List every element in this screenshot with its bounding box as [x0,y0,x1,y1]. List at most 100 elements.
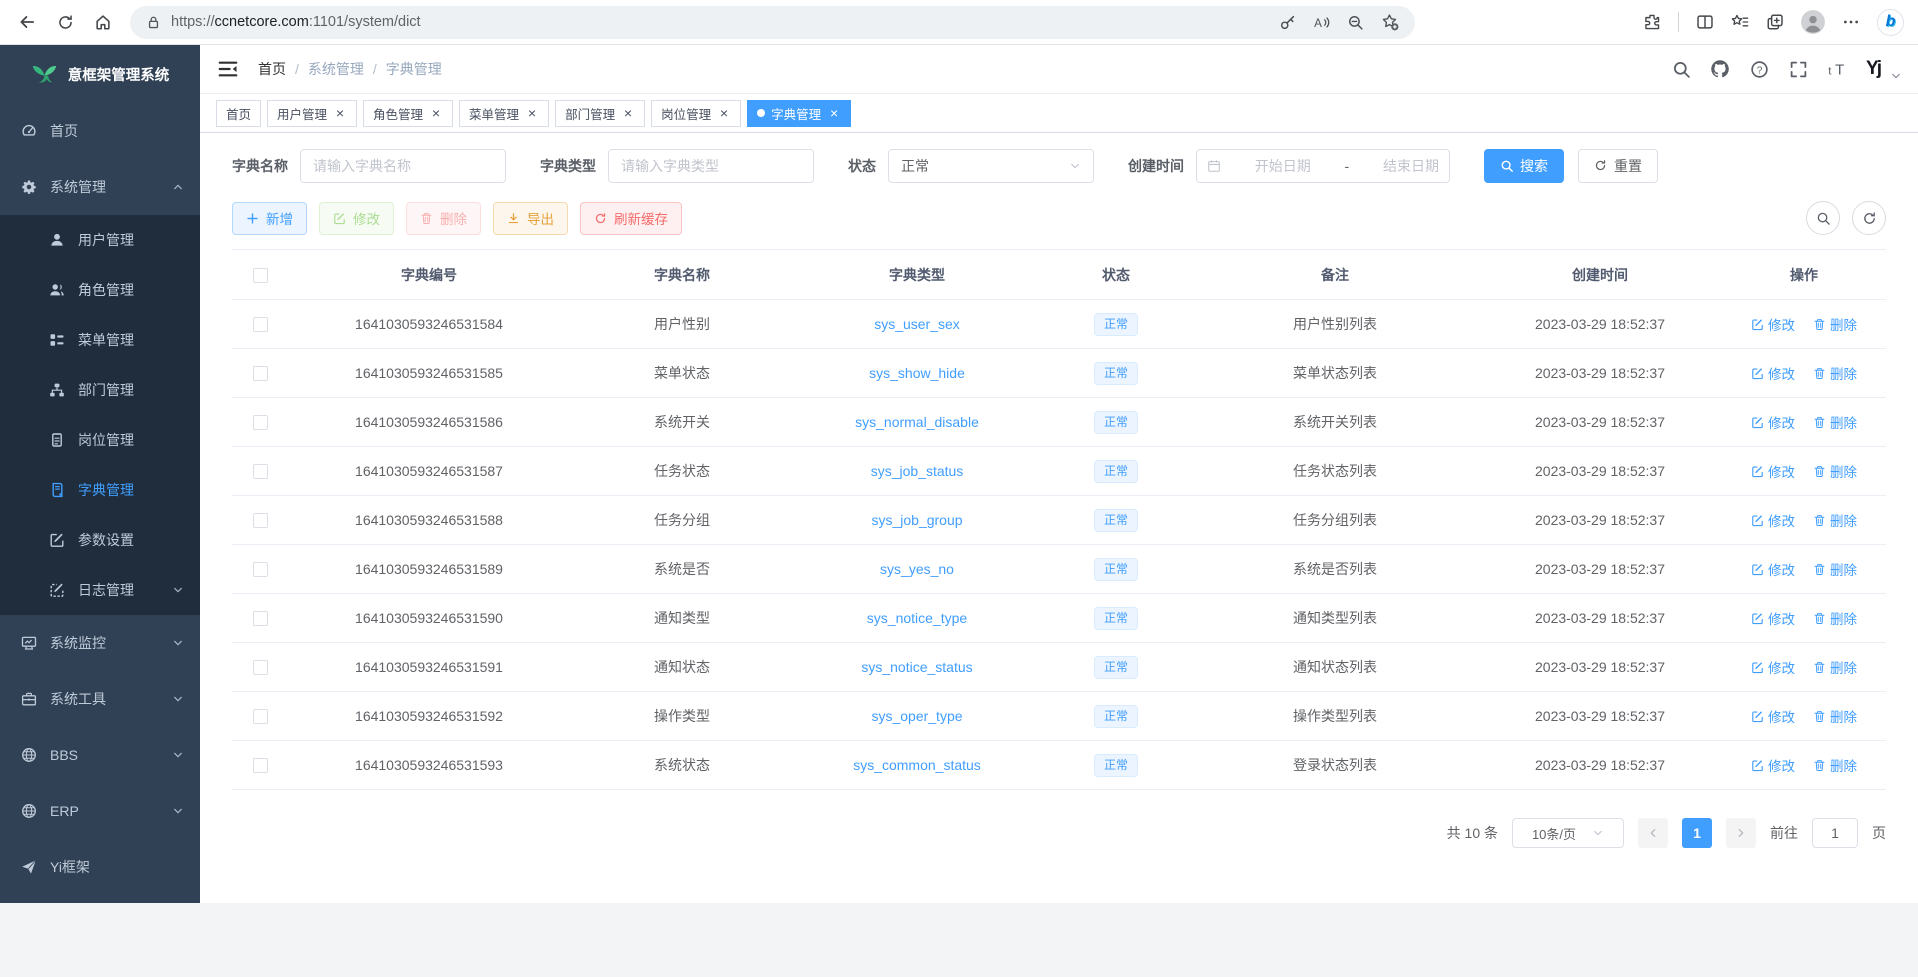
sidebar-item-bbs[interactable]: BBS [0,727,200,783]
help-icon[interactable]: ? [1749,59,1769,79]
select-all-checkbox[interactable] [253,268,268,283]
dict-type-link[interactable]: sys_notice_status [861,659,972,675]
sidebar-item-dept-management[interactable]: 部门管理 [0,365,200,415]
zoom-out-icon[interactable] [1347,14,1364,31]
sidebar-item-erp[interactable]: ERP [0,783,200,839]
row-checkbox[interactable] [253,660,268,675]
breadcrumb-item[interactable]: 系统管理 [308,59,364,79]
sidebar-item-param-settings[interactable]: 参数设置 [0,515,200,565]
tab-role-management[interactable]: 角色管理× [363,100,453,127]
tab-dict-management[interactable]: 字典管理× [747,100,851,127]
close-icon[interactable]: × [429,106,443,120]
edit-link[interactable]: 修改 [1751,412,1795,432]
edit-link[interactable]: 修改 [1751,608,1795,628]
favorites-icon[interactable] [1731,13,1749,31]
refresh-cache-button[interactable]: 刷新缓存 [580,202,682,235]
reset-button[interactable]: 重置 [1578,149,1658,183]
close-icon[interactable]: × [621,106,635,120]
sidebar-item-system-tools[interactable]: 系统工具 [0,671,200,727]
tab-home[interactable]: 首页 [216,100,261,127]
next-page-button[interactable] [1726,818,1756,848]
dict-type-link[interactable]: sys_job_status [871,463,964,479]
delete-link[interactable]: 删除 [1813,510,1857,530]
row-checkbox[interactable] [253,317,268,332]
refresh-table-button[interactable] [1852,201,1886,235]
refresh-icon[interactable] [48,5,82,39]
close-icon[interactable]: × [333,106,347,120]
edit-button[interactable]: 修改 [319,202,394,235]
sidebar-item-system-monitor[interactable]: 系统监控 [0,615,200,671]
delete-link[interactable]: 删除 [1813,363,1857,383]
add-button[interactable]: 新增 [232,202,307,235]
dict-type-link[interactable]: sys_common_status [853,757,981,773]
app-logo[interactable]: 意框架管理系统 [0,45,200,103]
export-button[interactable]: 导出 [493,202,568,235]
row-checkbox[interactable] [253,562,268,577]
dict-name-input[interactable]: 请输入字典名称 [300,149,506,183]
sidebar-item-role-management[interactable]: 角色管理 [0,265,200,315]
delete-link[interactable]: 删除 [1813,608,1857,628]
delete-button[interactable]: 删除 [406,202,481,235]
edit-link[interactable]: 修改 [1751,559,1795,579]
sidebar-item-post-management[interactable]: 岗位管理 [0,415,200,465]
date-range-picker[interactable]: 开始日期 - 结束日期 [1196,149,1450,183]
row-checkbox[interactable] [253,709,268,724]
dict-type-link[interactable]: sys_yes_no [880,561,954,577]
delete-link[interactable]: 删除 [1813,657,1857,677]
row-checkbox[interactable] [253,415,268,430]
sidebar-item-menu-management[interactable]: 菜单管理 [0,315,200,365]
sidebar-item-dict-management[interactable]: 字典管理 [0,465,200,515]
extensions-icon[interactable] [1643,13,1661,31]
url-text[interactable]: https://ccnetcore.com:1101/system/dict [171,14,421,30]
edit-link[interactable]: 修改 [1751,461,1795,481]
delete-link[interactable]: 删除 [1813,706,1857,726]
home-icon[interactable] [86,5,120,39]
tab-post-management[interactable]: 岗位管理× [651,100,741,127]
delete-link[interactable]: 删除 [1813,412,1857,432]
breadcrumb-item[interactable]: 首页 [258,59,286,79]
row-checkbox[interactable] [253,464,268,479]
toggle-search-button[interactable] [1806,201,1840,235]
tab-user-management[interactable]: 用户管理× [267,100,357,127]
collections-icon[interactable] [1766,13,1784,31]
edit-link[interactable]: 修改 [1751,314,1795,334]
tab-dept-management[interactable]: 部门管理× [555,100,645,127]
edit-link[interactable]: 修改 [1751,510,1795,530]
sidebar-item-log-management[interactable]: 日志管理 [0,565,200,615]
close-icon[interactable]: × [717,106,731,120]
sidebar-item-yi-framework[interactable]: Yi框架 [0,839,200,895]
tab-menu-management[interactable]: 菜单管理× [459,100,549,127]
dict-type-input[interactable]: 请输入字典类型 [608,149,814,183]
edit-link[interactable]: 修改 [1751,706,1795,726]
delete-link[interactable]: 删除 [1813,559,1857,579]
current-page[interactable]: 1 [1682,818,1712,848]
split-screen-icon[interactable] [1696,13,1714,31]
row-checkbox[interactable] [253,611,268,626]
close-icon[interactable]: × [827,106,841,120]
user-logo[interactable]: Yj [1866,58,1880,80]
row-checkbox[interactable] [253,758,268,773]
search-button[interactable]: 搜索 [1484,149,1564,183]
edit-link[interactable]: 修改 [1751,363,1795,383]
delete-link[interactable]: 删除 [1813,755,1857,775]
dict-type-link[interactable]: sys_notice_type [867,610,967,626]
prev-page-button[interactable] [1638,818,1668,848]
close-icon[interactable]: × [525,106,539,120]
copilot-icon[interactable]: b [1877,9,1904,36]
sidebar-item-home[interactable]: 首页 [0,103,200,159]
sidebar-collapse-icon[interactable] [216,57,240,81]
read-aloud-icon[interactable]: A [1313,14,1330,31]
dict-type-link[interactable]: sys_user_sex [874,316,960,332]
row-checkbox[interactable] [253,513,268,528]
goto-page-input[interactable]: 1 [1812,818,1858,848]
key-icon[interactable] [1279,14,1296,31]
dict-type-link[interactable]: sys_normal_disable [855,414,979,430]
sidebar-item-system-management[interactable]: 系统管理 [0,159,200,215]
github-icon[interactable] [1710,59,1730,79]
favorite-star-icon[interactable] [1381,13,1399,31]
more-icon[interactable] [1842,13,1860,31]
sidebar-item-user-management[interactable]: 用户管理 [0,215,200,265]
row-checkbox[interactable] [253,366,268,381]
delete-link[interactable]: 删除 [1813,461,1857,481]
font-size-icon[interactable]: tT [1827,59,1847,79]
